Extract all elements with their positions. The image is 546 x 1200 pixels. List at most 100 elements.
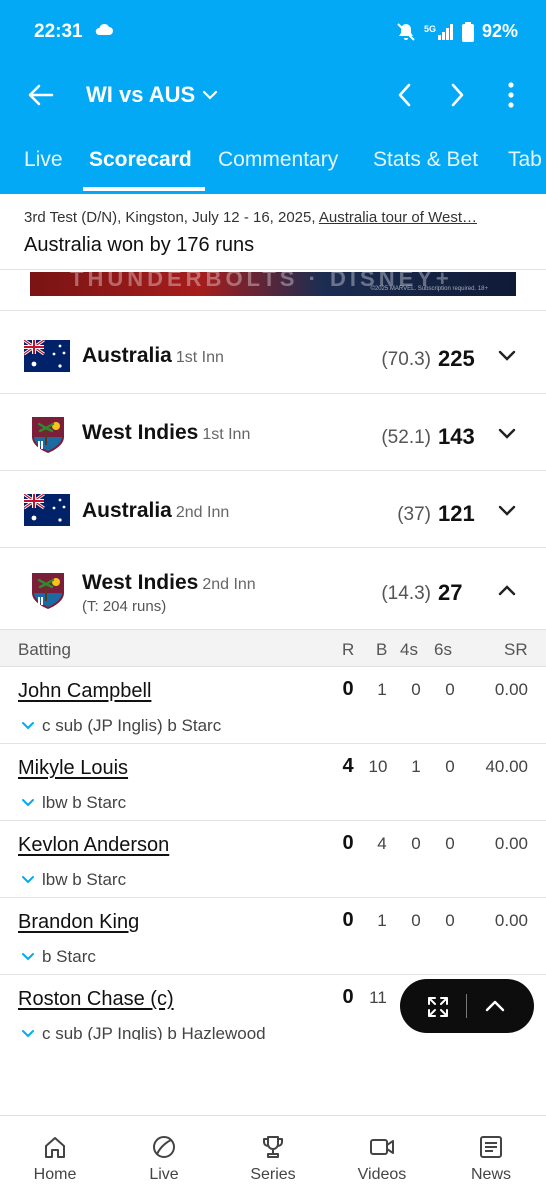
active-tab-indicator	[83, 187, 205, 191]
network-icon: 5G	[424, 23, 454, 40]
strike-rate-column-label: SR	[504, 640, 528, 659]
batter-name[interactable]: Mikyle Louis	[18, 757, 128, 780]
batting-column-label: Batting	[18, 640, 71, 659]
cloud-icon	[94, 22, 114, 41]
team-label: West Indies	[82, 421, 199, 444]
status-bar: 22:31 5G 92%	[0, 0, 546, 62]
match-meta: 3rd Test (D/N), Kingston, July 12 - 16, …	[24, 209, 524, 226]
nav-live[interactable]: Live	[109, 1134, 219, 1184]
separator	[466, 994, 467, 1018]
runs-column-label: R	[342, 640, 355, 659]
dismissal[interactable]: c sub (JP Inglis) b Hazlewood	[22, 1024, 266, 1040]
batter-runs: 0	[342, 678, 354, 700]
innings-row[interactable]: Australia 2nd Inn (37) 121	[0, 472, 546, 548]
news-icon	[480, 1136, 502, 1158]
batter-name[interactable]: John Campbell	[18, 680, 151, 703]
nav-news[interactable]: News	[436, 1134, 546, 1184]
batter-runs: 0	[342, 986, 354, 1008]
overs: (14.3)	[381, 583, 431, 604]
balls-column-label: B	[376, 640, 388, 659]
batter-name[interactable]: Kevlon Anderson	[18, 834, 169, 857]
nav-home[interactable]: Home	[0, 1134, 110, 1184]
dismissal-text: c sub (JP Inglis) b Starc	[42, 716, 222, 735]
team-name: Australia 2nd Inn	[82, 499, 229, 523]
mute-icon	[397, 22, 415, 41]
dismissal-text: lbw b Starc	[42, 793, 127, 812]
batter-strike-rate: 0.00	[494, 834, 528, 853]
west-indies-flag-icon	[30, 571, 66, 616]
tab-table[interactable]: Tab	[508, 148, 542, 172]
batter-fours: 1	[411, 757, 421, 776]
next-match-icon[interactable]	[446, 82, 468, 113]
team-label: Australia	[82, 344, 172, 367]
innings-row[interactable]: West Indies 1st Inn (52.1) 143	[0, 395, 546, 471]
nav-videos[interactable]: Videos	[327, 1134, 437, 1184]
divider	[0, 393, 546, 394]
tab-stats-bet[interactable]: Stats & Bet	[373, 148, 478, 172]
dismissal-text: c sub (JP Inglis) b Hazlewood	[42, 1024, 266, 1040]
dismissal[interactable]: lbw b Starc	[22, 793, 126, 813]
team-name: West Indies 2nd Inn	[82, 571, 256, 595]
dismissal[interactable]: b Starc	[22, 947, 96, 967]
chevron-down-icon	[497, 424, 517, 449]
ad-fine-print: ©2025 MARVEL. Subscription required. 18+	[370, 286, 488, 292]
score: 121	[438, 501, 475, 526]
chevron-down-icon	[497, 501, 517, 526]
ad-banner[interactable]: THUNDERBOLTS · DISNEY+ ©2025 MARVEL. Sub…	[30, 272, 516, 296]
innings-label: 2nd Inn	[175, 504, 230, 521]
batter-name[interactable]: Roston Chase (c)	[18, 988, 174, 1011]
tab-live[interactable]: Live	[24, 148, 63, 172]
innings-row-expanded[interactable]: West Indies 2nd Inn (T: 204 runs) (14.3) …	[0, 549, 546, 629]
batter-name[interactable]: Brandon King	[18, 911, 139, 934]
expand-icon[interactable]	[426, 995, 450, 1024]
match-title: WI vs AUS	[86, 82, 196, 107]
batter-runs: 0	[342, 909, 354, 931]
batter-runs: 4	[342, 755, 354, 777]
australia-flag-icon	[23, 492, 70, 531]
batter-balls: 11	[369, 988, 387, 1007]
divider	[0, 470, 546, 471]
overs: (70.3)	[381, 349, 431, 370]
previous-match-icon[interactable]	[394, 82, 416, 113]
bottom-navigation: Home Live Series Videos News	[0, 1115, 546, 1200]
innings-label: 1st Inn	[202, 426, 251, 443]
score: 143	[438, 424, 475, 449]
score: 27	[438, 580, 463, 605]
dismissal[interactable]: lbw b Starc	[22, 870, 126, 890]
chevron-down-icon	[22, 722, 34, 730]
batter-sixes: 0	[445, 911, 455, 930]
series-link[interactable]: Australia tour of West…	[319, 209, 477, 226]
battery-level: 92%	[481, 21, 518, 41]
scroll-to-top-icon[interactable]	[484, 995, 506, 1022]
tab-scorecard[interactable]: Scorecard	[89, 148, 192, 172]
batter-sixes: 0	[445, 680, 455, 699]
target-runs: (T: 204 runs)	[82, 598, 167, 615]
batter-row: John Campbell 0 1 0 0 0.00 c sub (JP Ing…	[0, 667, 546, 744]
team-label: West Indies	[82, 571, 199, 594]
batter-row: Brandon King 0 1 0 0 0.00 b Starc	[0, 898, 546, 975]
batter-fours: 0	[411, 680, 421, 699]
content-spacer	[0, 1040, 546, 1115]
dismissal[interactable]: c sub (JP Inglis) b Starc	[22, 716, 221, 736]
chevron-up-icon	[497, 580, 517, 605]
australia-flag-icon	[23, 338, 70, 377]
nav-label: Home	[33, 1166, 77, 1183]
chevron-down-icon	[22, 876, 34, 884]
back-arrow-icon[interactable]	[26, 80, 56, 115]
fours-column-label: 4s	[400, 640, 418, 659]
nav-label: News	[470, 1166, 511, 1183]
match-details: 3rd Test (D/N), Kingston, July 12 - 16, …	[24, 209, 319, 226]
match-selector[interactable]: WI vs AUS	[86, 82, 219, 108]
tab-commentary[interactable]: Commentary	[218, 148, 338, 172]
match-info: 3rd Test (D/N), Kingston, July 12 - 16, …	[0, 194, 546, 270]
more-options-icon[interactable]	[500, 80, 522, 115]
home-icon	[45, 1137, 65, 1158]
team-name: Australia 1st Inn	[82, 344, 224, 368]
trophy-icon	[263, 1136, 283, 1158]
batter-strike-rate: 0.00	[494, 680, 528, 699]
innings-row[interactable]: Australia 1st Inn (70.3) 225	[0, 318, 546, 394]
batter-fours: 0	[411, 834, 421, 853]
status-time: 22:31	[34, 21, 83, 42]
batting-header: Batting R B 4s 6s SR	[0, 629, 546, 667]
nav-series[interactable]: Series	[218, 1134, 328, 1184]
